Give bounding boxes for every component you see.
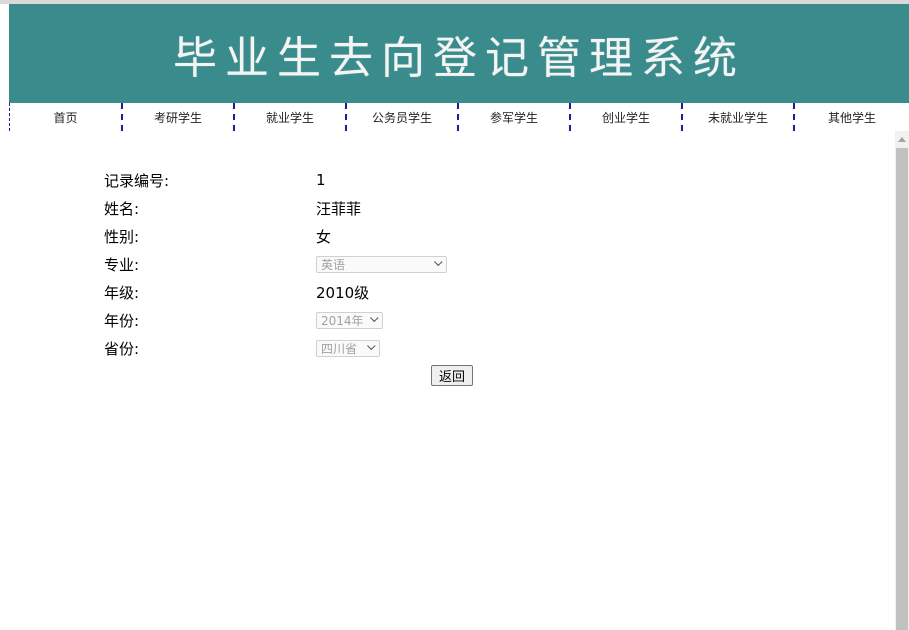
year-row: 年份: 2014年: [104, 308, 504, 332]
record-id-label: 记录编号:: [104, 171, 170, 190]
nav-item-home[interactable]: 首页: [9, 103, 121, 131]
major-select[interactable]: 英语: [316, 255, 447, 273]
major-selected-value: 英语: [321, 257, 346, 272]
name-row: 姓名: 汪菲菲: [104, 196, 504, 220]
name-value: 汪菲菲: [316, 199, 362, 218]
chevron-down-icon: [370, 313, 379, 323]
province-selected-value: 四川省: [321, 341, 358, 356]
chevron-down-icon: [434, 257, 443, 267]
nav-item-employed[interactable]: 就业学生: [233, 103, 345, 131]
province-label: 省份:: [104, 339, 140, 358]
province-select[interactable]: 四川省: [316, 339, 380, 357]
gender-value: 女: [316, 227, 332, 246]
page-title: 毕业生去向登记管理系统: [173, 32, 745, 84]
chevron-up-icon: [898, 137, 906, 142]
chevron-down-icon: [367, 341, 376, 351]
nav-item-entrepreneur[interactable]: 创业学生: [569, 103, 681, 131]
province-row: 省份: 四川省: [104, 336, 504, 360]
back-button[interactable]: 返回: [431, 365, 473, 386]
major-row: 专业: 英语: [104, 252, 504, 276]
gender-label: 性别:: [104, 227, 140, 246]
year-select[interactable]: 2014年: [316, 311, 383, 329]
nav-item-civil-servant[interactable]: 公务员学生: [345, 103, 457, 131]
nav-item-military[interactable]: 参军学生: [457, 103, 569, 131]
grade-label: 年级:: [104, 283, 140, 302]
nav-item-other[interactable]: 其他学生: [793, 103, 909, 131]
name-label: 姓名:: [104, 199, 140, 218]
year-label: 年份:: [104, 311, 140, 330]
scroll-thumb[interactable]: [896, 148, 908, 630]
grade-value: 2010级: [316, 283, 370, 302]
nav-item-unemployed[interactable]: 未就业学生: [681, 103, 793, 131]
year-selected-value: 2014年: [321, 313, 364, 328]
gender-row: 性别: 女: [104, 224, 504, 248]
major-label: 专业:: [104, 255, 140, 274]
scroll-up-button[interactable]: [895, 131, 909, 148]
record-id-value: 1: [316, 171, 326, 189]
nav-item-graduate-study[interactable]: 考研学生: [121, 103, 233, 131]
grade-row: 年级: 2010级: [104, 280, 504, 304]
record-id-row: 记录编号: 1: [104, 168, 504, 192]
header-banner: 毕业生去向登记管理系统: [9, 4, 909, 103]
main-nav: 首页 考研学生 就业学生 公务员学生 参军学生 创业学生 未就业学生 其他学生: [9, 103, 909, 131]
vertical-scrollbar[interactable]: [895, 131, 909, 630]
